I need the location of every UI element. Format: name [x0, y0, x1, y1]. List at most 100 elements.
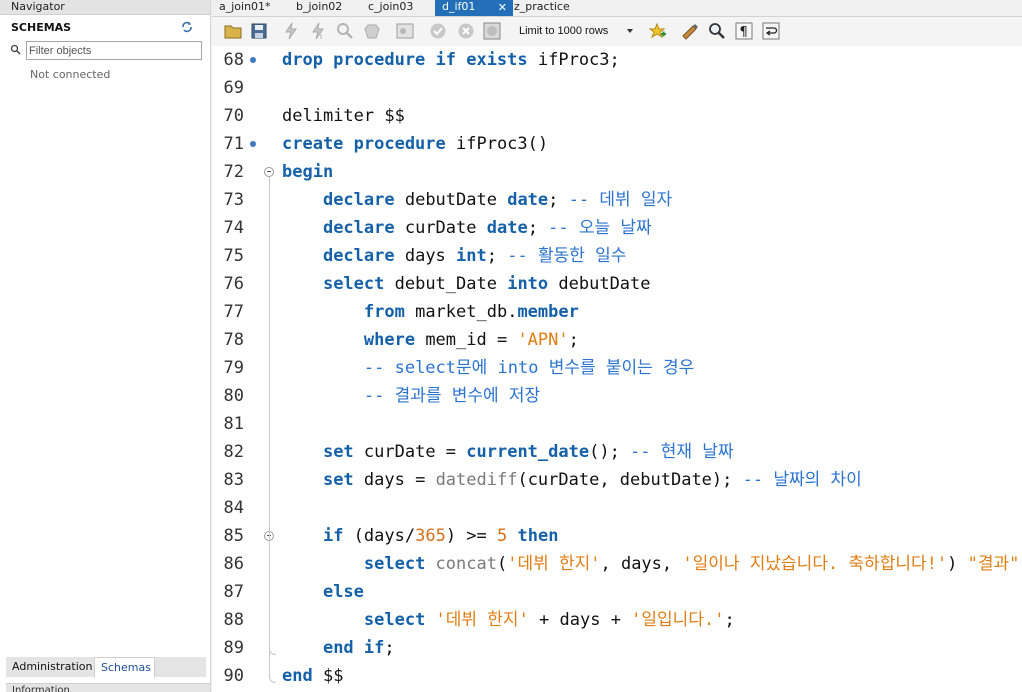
code-text: delimiter $$: [282, 102, 405, 130]
code-token: ifProc3;: [537, 50, 620, 70]
code-token: ;: [486, 246, 508, 266]
code-line[interactable]: 72 begin: [212, 158, 1022, 186]
code-token: ): [947, 554, 968, 574]
wrap-icon[interactable]: [762, 22, 780, 40]
code-line[interactable]: 73 declare debutDate date; -- 데뷔 일자: [212, 186, 1022, 214]
code-line[interactable]: 90 end $$: [212, 662, 1022, 690]
rollback-icon[interactable]: [457, 22, 475, 40]
code-line[interactable]: 87 else: [212, 578, 1022, 606]
fold-toggle-icon[interactable]: [264, 167, 274, 177]
code-line[interactable]: 86 select concat('데뷔 한지', days, '일이나 지났습…: [212, 550, 1022, 578]
code-token: begin: [282, 162, 334, 182]
line-number: 68: [223, 50, 244, 70]
line-number: 84: [223, 498, 244, 518]
code-text: -- 결과를 변수에 저장: [282, 382, 540, 410]
chevron-down-icon[interactable]: [627, 29, 633, 33]
code-token: ;: [527, 218, 549, 238]
limit-rows-select[interactable]: Limit to 1000 rows: [515, 23, 639, 40]
code-token: -- 오늘 날짜: [548, 218, 652, 238]
tab-schemas[interactable]: Schemas: [94, 657, 155, 678]
code-token: $$: [322, 666, 344, 686]
beautify-icon[interactable]: [681, 22, 699, 40]
code-token: set: [322, 470, 364, 490]
explain-icon[interactable]: [336, 22, 354, 40]
tab-d-if01[interactable]: d_if01 ✕: [435, 0, 513, 16]
tab-b-join02[interactable]: b_join02: [289, 0, 364, 16]
add-snippet-icon[interactable]: [649, 22, 667, 40]
close-tab-icon[interactable]: ✕: [498, 1, 507, 14]
line-number: 89: [223, 638, 244, 658]
refresh-icon[interactable]: [181, 21, 193, 33]
code-line[interactable]: 84: [212, 494, 1022, 522]
code-token: '데뷔 한지': [435, 610, 529, 630]
code-line[interactable]: 68 drop procedure if exists ifProc3;: [212, 46, 1022, 74]
invisible-chars-icon[interactable]: ¶: [735, 22, 753, 40]
code-line[interactable]: 83 set days = datediff(curDate, debutDat…: [212, 466, 1022, 494]
filter-objects-input[interactable]: [26, 41, 202, 60]
code-line[interactable]: 69: [212, 74, 1022, 102]
code-token: ;: [548, 190, 569, 210]
line-number: 74: [223, 218, 244, 238]
tab-administration[interactable]: Administration: [6, 657, 99, 677]
open-file-icon[interactable]: [224, 22, 242, 40]
code-line[interactable]: 76 select debut_Date into debutDate: [212, 270, 1022, 298]
code-line[interactable]: 88 select '데뷔 한지' + days + '일입니다.';: [212, 606, 1022, 634]
code-token: then: [517, 526, 559, 546]
tab-z-practice[interactable]: z_practice: [507, 0, 594, 16]
code-line[interactable]: 82 set curDate = current_date(); -- 현재 날…: [212, 438, 1022, 466]
tab-label: b_join02: [296, 0, 343, 13]
stop-icon[interactable]: [363, 22, 381, 40]
code-line[interactable]: 77 from market_db.member: [212, 298, 1022, 326]
code-token: ) >=: [445, 526, 497, 546]
code-line[interactable]: 80 -- 결과를 변수에 저장: [212, 382, 1022, 410]
code-token: days: [404, 246, 457, 266]
code-line[interactable]: 78 where mem_id = 'APN';: [212, 326, 1022, 354]
code-token: delimiter $$: [282, 106, 405, 126]
code-line[interactable]: 74 declare curDate date; -- 오늘 날짜: [212, 214, 1022, 242]
save-icon[interactable]: [250, 22, 268, 40]
autocommit-icon[interactable]: [483, 22, 501, 40]
tab-c-join03[interactable]: c_join03: [361, 0, 438, 16]
code-token: -- 활동한 일수: [507, 246, 627, 266]
code-line[interactable]: 85 if (days/365) >= 5 then: [212, 522, 1022, 550]
code-line[interactable]: 75 declare days int; -- 활동한 일수: [212, 242, 1022, 270]
code-token: debutDate: [404, 190, 508, 210]
execute-icon[interactable]: [282, 22, 300, 40]
code-line[interactable]: 71 create procedure ifProc3(): [212, 130, 1022, 158]
code-token: datediff: [435, 470, 518, 490]
code-token: curDate: [404, 218, 487, 238]
execute-current-icon[interactable]: I: [309, 22, 327, 40]
code-token: -- 데뷔 일자: [568, 190, 673, 210]
search-icon: [10, 44, 21, 55]
code-token: member: [517, 302, 579, 322]
commit-icon[interactable]: [429, 22, 447, 40]
svg-text:I: I: [320, 33, 322, 40]
code-line[interactable]: 79 -- select문에 into 변수를 붙이는 경우: [212, 354, 1022, 382]
code-token: create procedure: [282, 134, 456, 154]
code-line[interactable]: 70 delimiter $$: [212, 102, 1022, 130]
line-number: 79: [223, 358, 244, 378]
line-number: 75: [223, 246, 244, 266]
code-token: select: [363, 610, 436, 630]
sql-editor[interactable]: 68 drop procedure if exists ifProc3; 69 70 d…: [212, 46, 1022, 692]
information-panel-header[interactable]: Information: [6, 683, 210, 692]
line-number: 80: [223, 386, 244, 406]
code-text: where mem_id = 'APN';: [282, 326, 579, 354]
toggle-results-icon[interactable]: [396, 22, 414, 40]
code-token: '데뷔 한지': [507, 554, 601, 574]
tab-label: z_practice: [514, 0, 570, 13]
code-line[interactable]: 81: [212, 410, 1022, 438]
find-icon[interactable]: [708, 22, 726, 40]
code-line[interactable]: 89 end if;: [212, 634, 1022, 662]
line-number: 87: [223, 582, 244, 602]
tab-a-join01[interactable]: a_join01*: [212, 0, 291, 16]
